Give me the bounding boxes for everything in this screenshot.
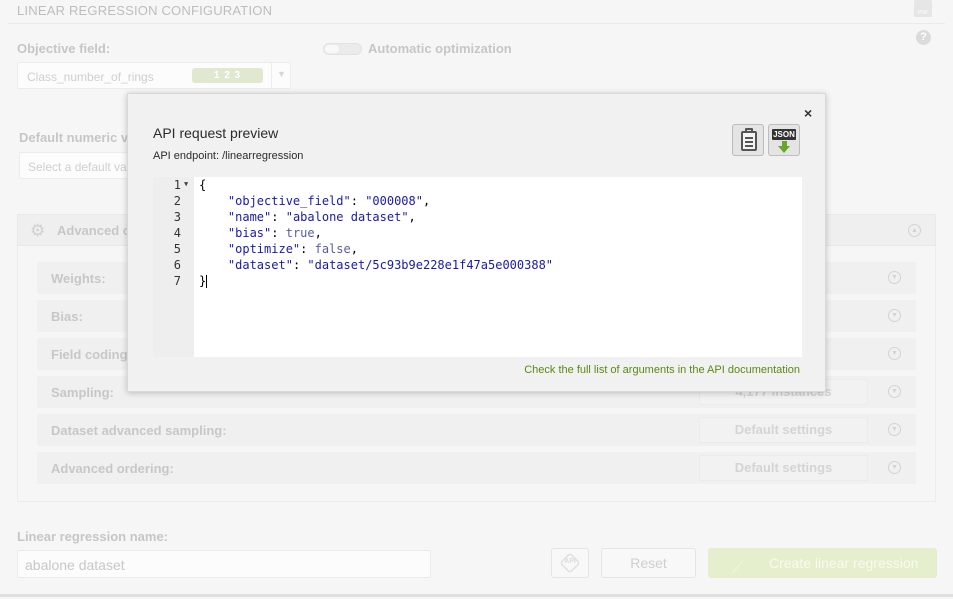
fold-arrow-icon[interactable]: ▼ bbox=[184, 180, 188, 188]
api-endpoint-text: API endpoint: /linearregression bbox=[153, 150, 304, 162]
json-download-icon: JSON bbox=[772, 129, 796, 140]
json-key: "bias" bbox=[227, 226, 272, 240]
json-sep: , bbox=[422, 194, 431, 208]
close-icon[interactable]: × bbox=[804, 105, 812, 121]
json-sep: , bbox=[350, 242, 358, 256]
json-key: "optimize" bbox=[227, 242, 301, 256]
copy-to-clipboard-button[interactable] bbox=[732, 124, 764, 156]
modal-title: API request preview bbox=[153, 125, 279, 141]
line-number: 4 bbox=[173, 226, 181, 240]
line-number: 5 bbox=[173, 242, 181, 256]
code-line: "dataset": "dataset/5c93b9e228e1f47a5e00… bbox=[227, 258, 554, 272]
json-value: "000008" bbox=[365, 194, 423, 208]
code-line: "bias": true, bbox=[227, 226, 322, 240]
code-line: } bbox=[199, 274, 208, 288]
code-line: { bbox=[199, 178, 206, 192]
clipboard-lines bbox=[745, 137, 753, 139]
line-number: 6 bbox=[173, 258, 181, 272]
download-json-button[interactable]: JSON bbox=[768, 124, 800, 156]
json-value: true bbox=[285, 226, 315, 240]
code-editor[interactable]: 1 ▼ 2 3 4 5 6 7 { "objective_field": "00… bbox=[153, 177, 802, 357]
api-request-preview-modal: × API request preview API endpoint: /lin… bbox=[127, 93, 826, 392]
clipboard-icon bbox=[741, 131, 757, 151]
clipboard-clip bbox=[745, 128, 753, 133]
line-number: 3 bbox=[173, 210, 181, 224]
text-cursor bbox=[206, 275, 208, 288]
line-number: 7 bbox=[173, 274, 181, 288]
code-line: "optimize": false, bbox=[227, 242, 358, 256]
line-number: 2 bbox=[173, 194, 181, 208]
close-brace: } bbox=[199, 274, 207, 288]
line-number-gutter: 1 ▼ 2 3 4 5 6 7 bbox=[153, 177, 194, 357]
json-value: false bbox=[314, 242, 351, 256]
code-line: "objective_field": "000008", bbox=[227, 194, 431, 208]
api-documentation-link[interactable]: Check the full list of arguments in the … bbox=[524, 364, 800, 376]
json-key: "name" bbox=[227, 210, 272, 224]
json-sep: , bbox=[314, 226, 322, 240]
json-key: "dataset" bbox=[227, 258, 293, 272]
code-line: "name": "abalone dataset", bbox=[227, 210, 416, 224]
json-sep: , bbox=[408, 210, 416, 224]
open-brace: { bbox=[199, 178, 207, 192]
json-value: "dataset/5c93b9e228e1f47a5e000388" bbox=[307, 258, 554, 272]
line-number: 1 bbox=[173, 178, 181, 192]
json-key: "objective_field" bbox=[227, 194, 351, 208]
download-arrow-head bbox=[778, 146, 790, 153]
json-value: "abalone dataset" bbox=[285, 210, 409, 224]
